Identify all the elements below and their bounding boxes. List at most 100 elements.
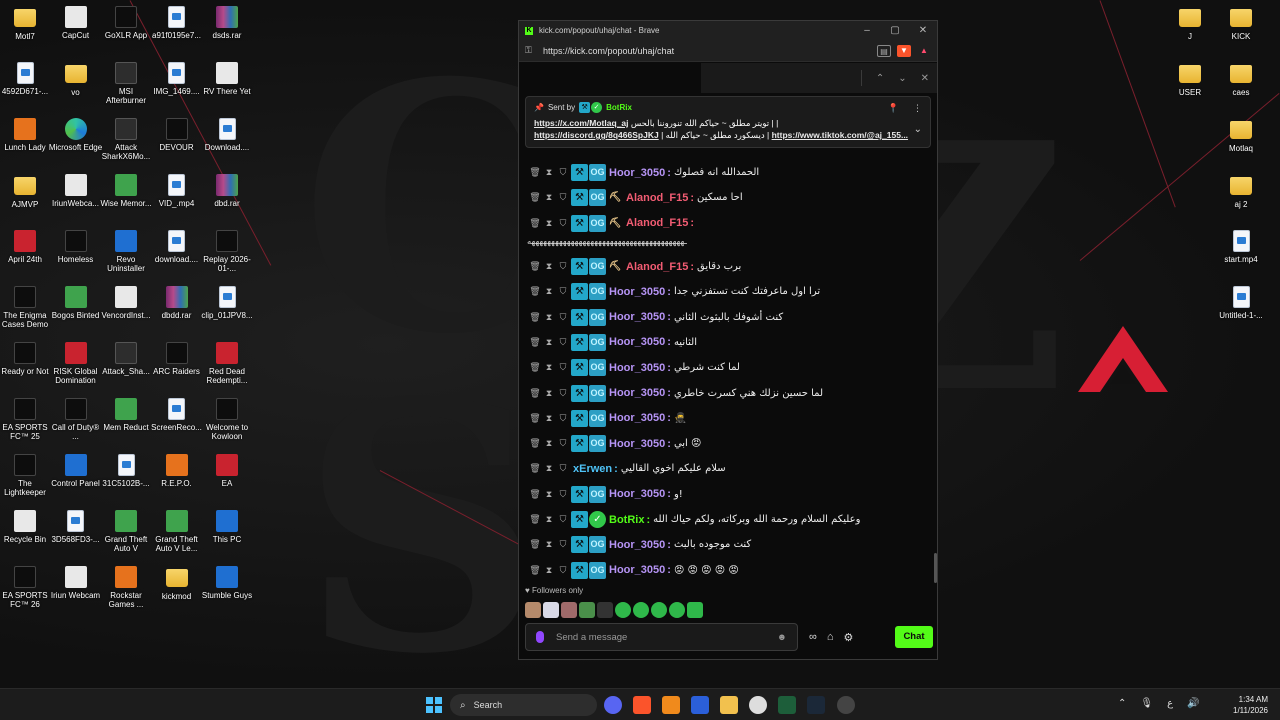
timeout-icon[interactable]: ⧗: [543, 413, 555, 424]
desktop-icon[interactable]: dbdd.rar: [150, 286, 204, 320]
emote-icon[interactable]: [633, 602, 649, 618]
language-indicator[interactable]: ع: [1167, 698, 1173, 709]
delete-message-icon[interactable]: 🗑: [529, 539, 541, 550]
url-field[interactable]: https://kick.com/popout/uhaj/chat: [543, 46, 871, 56]
ban-icon[interactable]: ⛉: [557, 539, 569, 550]
ban-icon[interactable]: ⛉: [557, 167, 569, 178]
desktop-icon[interactable]: Rockstar Games ...: [99, 566, 153, 609]
desktop-icon[interactable]: a91f0195e7...: [150, 6, 204, 40]
chat-username[interactable]: Hoor_3050: [609, 412, 665, 424]
chat-message[interactable]: 🗑 ⧗ ⛉ ⚒ OG ⛏ Alanod_F15: احا مسكين: [529, 185, 929, 210]
chat-username[interactable]: Hoor_3050: [609, 438, 665, 450]
desktop-icon[interactable]: EA SPORTS FC™ 25: [0, 398, 52, 441]
brave-taskbar-icon[interactable]: [633, 696, 651, 714]
delete-message-icon[interactable]: 🗑: [529, 312, 541, 323]
chat-username[interactable]: Hoor_3050: [609, 336, 665, 348]
desktop-icon[interactable]: RISK Global Domination: [49, 342, 103, 385]
desktop-icon[interactable]: Recycle Bin: [0, 510, 52, 544]
chat-message[interactable]: 🗑 ⧗ ⛉ ⚒ OG Hoor_3050: لما كنت شرطي: [529, 355, 929, 380]
message-input[interactable]: Send a message ☻: [525, 623, 798, 651]
unpin-icon[interactable]: 📍: [888, 103, 899, 114]
chat-username[interactable]: Hoor_3050: [609, 362, 665, 374]
desktop-icon[interactable]: aj 2: [1214, 174, 1268, 209]
desktop-icon[interactable]: VencordInst...: [99, 286, 153, 320]
find-next-icon[interactable]: ⌄: [898, 73, 906, 84]
emoji-icon[interactable]: ☻: [777, 632, 787, 643]
delete-message-icon[interactable]: 🗑: [529, 286, 541, 297]
desktop-icon[interactable]: VID_.mp4: [150, 174, 204, 208]
ban-icon[interactable]: ⛉: [557, 261, 569, 272]
desktop-icon[interactable]: start.mp4: [1214, 230, 1268, 264]
delete-message-icon[interactable]: 🗑: [529, 413, 541, 424]
desktop-icon[interactable]: Attack_Sha...: [99, 342, 153, 376]
desktop-icon[interactable]: ARC Raiders: [150, 342, 204, 376]
microphone-icon[interactable]: 🎙: [1140, 698, 1153, 709]
chat-message[interactable]: 🗑 ⧗ ⛉ ⚒ OG Hoor_3050: لما حسين نزلك هني كسرت خ…: [529, 380, 929, 405]
emote-icon[interactable]: [687, 602, 703, 618]
emote-icon[interactable]: [651, 602, 667, 618]
emote-icon[interactable]: [525, 602, 541, 618]
desktop-icon[interactable]: AJMVP: [0, 174, 52, 209]
timeout-icon[interactable]: ⧗: [543, 489, 555, 500]
chat-username[interactable]: Alanod_F15: [626, 217, 688, 229]
desktop-icon[interactable]: Stumble Guys: [200, 566, 254, 600]
timeout-icon[interactable]: ⧗: [543, 514, 555, 525]
discord-taskbar-icon[interactable]: [604, 696, 622, 714]
chat-message[interactable]: 🗑 ⧗ ⛉ ⚒ OG Hoor_3050: و!: [529, 482, 929, 507]
delete-message-icon[interactable]: 🗑: [529, 337, 541, 348]
delete-message-icon[interactable]: 🗑: [529, 261, 541, 272]
desktop-icon[interactable]: MSI Afterburner: [99, 62, 153, 105]
desktop-icon[interactable]: Motlaq: [1214, 118, 1268, 153]
chat-username[interactable]: Alanod_F15: [626, 192, 688, 204]
chat-message[interactable]: 🗑 ⧗ ⛉ ⚒ OG Hoor_3050: ابي 😡: [529, 431, 929, 456]
emote-icon[interactable]: [561, 602, 577, 618]
delete-message-icon[interactable]: 🗑: [529, 167, 541, 178]
chat-scrollbar[interactable]: [934, 553, 937, 583]
timeout-icon[interactable]: ⧗: [543, 286, 555, 297]
chat-username[interactable]: BotRix: [609, 514, 644, 526]
clock[interactable]: 1:34 AM 1/11/2026: [1224, 694, 1268, 716]
minimize-button[interactable]: –: [853, 25, 881, 36]
delete-message-icon[interactable]: 🗑: [529, 463, 541, 474]
desktop-icon[interactable]: dbd.rar: [200, 174, 254, 208]
desktop-icon[interactable]: GoXLR App: [99, 6, 153, 40]
desktop-icon[interactable]: Call of Duty® ...: [49, 398, 103, 441]
desktop-icon[interactable]: Bogos Binted: [49, 286, 103, 320]
desktop-icon[interactable]: The Enigma Cases Demo: [0, 286, 52, 329]
store-icon[interactable]: ⌂: [827, 631, 834, 644]
desktop-icon[interactable]: Replay 2026-01-...: [200, 230, 254, 273]
find-close-icon[interactable]: ✕: [921, 73, 929, 84]
delete-message-icon[interactable]: 🗑: [529, 514, 541, 525]
desktop-icon[interactable]: KICK: [1214, 6, 1268, 41]
desktop-icon[interactable]: dsds.rar: [200, 6, 254, 40]
chat-message[interactable]: 🗑 ⧗ ⛉ ⚒ OG Hoor_3050: 🥷: [529, 406, 929, 431]
desktop-icon[interactable]: RV There Yet: [200, 62, 254, 96]
twitter-link[interactable]: https://x.com/Motlaq_aj: [534, 118, 628, 128]
chat-message[interactable]: 🗑 ⧗ ⛉ ⚒ OG Hoor_3050: الثانيه: [529, 330, 929, 355]
desktop-icon[interactable]: Wise Memor...: [99, 174, 153, 208]
chat-username[interactable]: Hoor_3050: [609, 387, 665, 399]
desktop-icon[interactable]: 4592D671-...: [0, 62, 52, 96]
desktop-icon[interactable]: Revo Uninstaller: [99, 230, 153, 273]
chat-username[interactable]: Hoor_3050: [609, 311, 665, 323]
chat-username[interactable]: Hoor_3050: [609, 539, 665, 551]
desktop-icon[interactable]: caes: [1214, 62, 1268, 97]
emote-icon[interactable]: [615, 602, 631, 618]
desktop-icon[interactable]: IMG_1469....: [150, 62, 204, 96]
timeout-icon[interactable]: ⧗: [543, 261, 555, 272]
desktop-icon[interactable]: Lunch Lady: [0, 118, 52, 152]
chat-message[interactable]: 🗑 ⧗ ⛉ ⚒ OG Hoor_3050: 😡 😡 😡 😡 😡: [529, 557, 929, 582]
chat-username[interactable]: Hoor_3050: [609, 167, 665, 179]
desktop-icon[interactable]: Untitled-1-...: [1214, 286, 1268, 320]
timeout-icon[interactable]: ⧗: [543, 362, 555, 373]
ban-icon[interactable]: ⛉: [557, 192, 569, 203]
emote-icon[interactable]: [579, 602, 595, 618]
ban-icon[interactable]: ⛉: [557, 413, 569, 424]
chat-message[interactable]: 🗑 ⧗ ⛉ ⚒ OG Hoor_3050: الحمدالله انه فصلوك: [529, 160, 929, 185]
chat-message[interactable]: 🗑 ⧗ ⛉ ⚒ OG Hoor_3050: كنت أشوفك بالبثوث الثاني: [529, 304, 929, 329]
users-icon[interactable]: ∞: [809, 631, 817, 644]
desktop-icon[interactable]: Control Panel: [49, 454, 103, 488]
desktop-icon[interactable]: Download....: [200, 118, 254, 152]
ban-icon[interactable]: ⛉: [557, 388, 569, 399]
desktop-icon[interactable]: Red Dead Redempti...: [200, 342, 254, 385]
